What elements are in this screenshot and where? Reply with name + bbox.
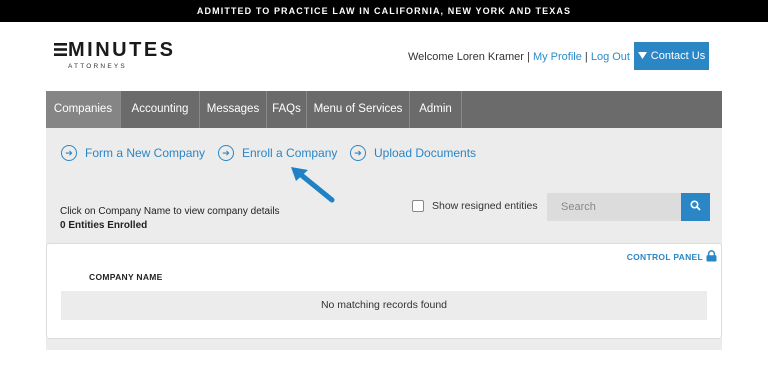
companies-table-panel: CONTROL PANEL COMPANY NAME No matching r… — [46, 243, 722, 339]
companies-content: ➔ Form a New Company ➔ Enroll a Company … — [46, 128, 722, 350]
my-profile-link[interactable]: My Profile — [533, 51, 582, 63]
show-resigned-label: Show resigned entities — [432, 200, 538, 212]
arrow-right-circle-icon: ➔ — [218, 145, 234, 161]
nav-menu-of-services[interactable]: Menu of Services — [307, 91, 410, 128]
welcome-bar: Welcome Loren Kramer | My Profile | Log … — [408, 51, 630, 63]
logo-e-icon — [54, 41, 67, 56]
company-hint: Click on Company Name to view company de… — [60, 206, 280, 217]
entities-count: 0 Entities Enrolled — [60, 220, 148, 231]
enroll-company-link[interactable]: ➔ Enroll a Company — [218, 145, 337, 161]
contact-us-button[interactable]: Contact Us — [634, 42, 709, 70]
control-panel-label: CONTROL PANEL — [626, 252, 703, 262]
nav-admin[interactable]: Admin — [410, 91, 462, 128]
nav-messages[interactable]: Messages — [200, 91, 267, 128]
arrow-right-circle-icon: ➔ — [61, 145, 77, 161]
logo-name: MINUTES — [68, 39, 176, 61]
pointer-arrow-icon — [291, 167, 335, 203]
triangle-down-icon — [637, 50, 647, 62]
lock-icon — [706, 250, 717, 264]
nav-accounting[interactable]: Accounting — [121, 91, 200, 128]
welcome-text: Welcome Loren Kramer — [408, 51, 524, 63]
contact-us-label: Contact Us — [650, 50, 706, 62]
enroll-company-label: Enroll a Company — [242, 146, 338, 160]
separator: | — [584, 51, 588, 63]
search-button[interactable] — [681, 193, 710, 221]
search-input[interactable] — [547, 193, 681, 221]
main-nav: Companies Accounting Messages FAQs Menu … — [46, 91, 722, 128]
arrow-right-circle-icon: ➔ — [350, 145, 366, 161]
control-panel-link[interactable]: CONTROL PANEL — [627, 250, 717, 264]
upload-documents-link[interactable]: ➔ Upload Documents — [350, 145, 476, 161]
separator: | — [527, 51, 530, 63]
show-resigned-checkbox[interactable] — [412, 200, 424, 212]
form-new-company-label: Form a New Company — [85, 146, 206, 160]
logo[interactable]: MINUTES ATTORNEYS — [54, 40, 176, 70]
top-banner: ADMITTED TO PRACTICE LAW IN CALIFORNIA, … — [0, 0, 768, 22]
nav-companies[interactable]: Companies — [46, 91, 121, 128]
show-resigned-toggle[interactable]: Show resigned entities — [412, 200, 538, 212]
log-out-link[interactable]: Log Out — [591, 51, 630, 63]
column-header-company-name[interactable]: COMPANY NAME — [89, 272, 163, 282]
logo-wordmark: MINUTES — [54, 40, 176, 60]
nav-faqs[interactable]: FAQs — [267, 91, 307, 128]
search-icon — [690, 198, 701, 216]
form-new-company-link[interactable]: ➔ Form a New Company — [61, 145, 205, 161]
upload-documents-label: Upload Documents — [374, 146, 477, 160]
empty-table-row: No matching records found — [61, 291, 707, 320]
logo-subtitle: ATTORNEYS — [68, 63, 127, 70]
